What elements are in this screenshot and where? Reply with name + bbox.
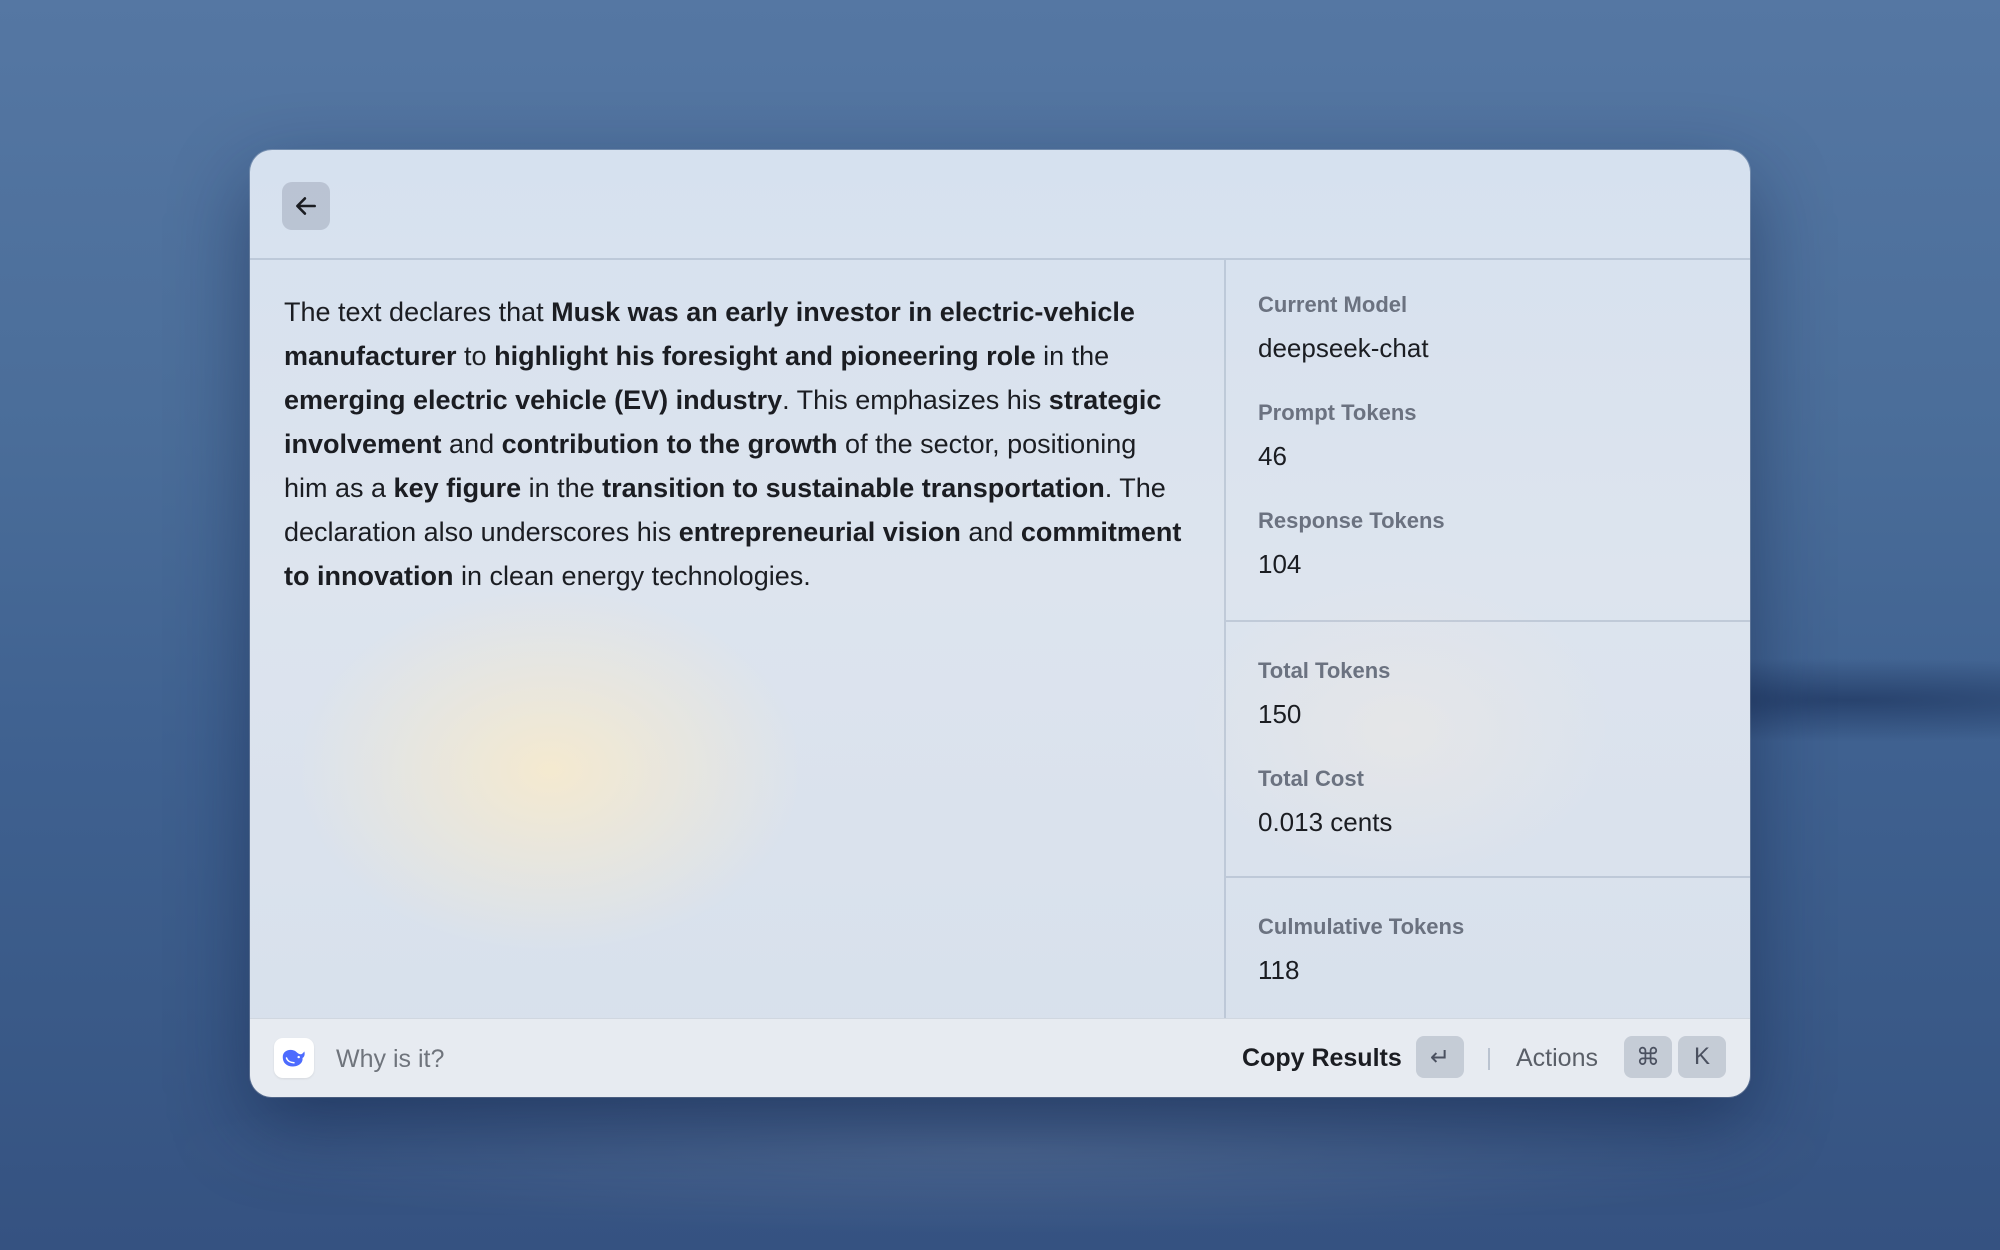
total-tokens-value: 150 bbox=[1258, 699, 1302, 729]
action-bar: Copy Results ↵ Actions ⌘ K bbox=[250, 1018, 1750, 1097]
metadata-group-model: Current Model deepseek-chat Prompt Token… bbox=[1226, 260, 1750, 622]
response-segment: and bbox=[441, 429, 502, 459]
whale-icon bbox=[282, 1049, 305, 1067]
metadata-group-cumulative: Culmulative Tokens 118 bbox=[1226, 878, 1750, 992]
response-segment: in the bbox=[521, 473, 603, 503]
follow-up-input[interactable] bbox=[334, 1035, 938, 1083]
response-tokens-label: Response Tokens bbox=[1258, 508, 1445, 533]
deepseek-whale-icon bbox=[274, 1038, 314, 1078]
prompt-tokens-label: Prompt Tokens bbox=[1258, 400, 1417, 425]
response-emphasis: contribution to the growth bbox=[501, 429, 838, 459]
response-segment: The text declares that bbox=[284, 297, 552, 327]
window-header bbox=[250, 150, 1750, 260]
total-cost-label: Total Cost bbox=[1258, 766, 1364, 791]
response-segment: in the bbox=[1035, 341, 1110, 371]
back-button[interactable] bbox=[282, 182, 330, 230]
cumulative-tokens-value: 118 bbox=[1258, 955, 1300, 985]
enter-key-hint[interactable]: ↵ bbox=[1416, 1036, 1464, 1078]
response-segment: to bbox=[456, 341, 495, 371]
metadata-panel: Current Model deepseek-chat Prompt Token… bbox=[1224, 260, 1750, 1018]
response-emphasis: emerging electric vehicle (EV) industry bbox=[284, 385, 783, 415]
response-segment: . This emphasizes his bbox=[782, 385, 1049, 415]
response-emphasis: highlight his foresight and pioneering r… bbox=[494, 341, 1036, 371]
arrow-left-icon bbox=[296, 197, 316, 215]
metadata-group-totals: Total Tokens 150 Total Cost 0.013 cents bbox=[1226, 622, 1750, 878]
command-key-hint[interactable]: ⌘ bbox=[1624, 1036, 1672, 1078]
response-emphasis: transition to sustainable transportation bbox=[602, 473, 1105, 503]
copy-results-button[interactable]: Copy Results bbox=[1242, 1038, 1402, 1078]
current-model-label: Current Model bbox=[1258, 292, 1408, 317]
response-segment: and bbox=[960, 517, 1021, 547]
response-emphasis: key figure bbox=[393, 473, 522, 503]
actions-button[interactable]: Actions bbox=[1516, 1038, 1598, 1078]
total-cost-value: 0.013 cents bbox=[1258, 807, 1393, 837]
response-segment: in clean energy technologies. bbox=[453, 561, 811, 591]
footer-divider bbox=[1488, 1048, 1490, 1070]
response-tokens-value: 104 bbox=[1258, 549, 1302, 579]
total-tokens-label: Total Tokens bbox=[1258, 658, 1391, 683]
k-key-hint[interactable]: K bbox=[1678, 1036, 1726, 1078]
response-emphasis: entrepreneurial vision bbox=[678, 517, 961, 547]
cumulative-tokens-label: Culmulative Tokens bbox=[1258, 914, 1465, 939]
extension-window: The text declares that Musk was an early… bbox=[250, 150, 1750, 1097]
prompt-tokens-value: 46 bbox=[1258, 441, 1287, 471]
response-text: The text declares that Musk was an early… bbox=[284, 290, 1184, 598]
current-model-value: deepseek-chat bbox=[1258, 333, 1429, 363]
